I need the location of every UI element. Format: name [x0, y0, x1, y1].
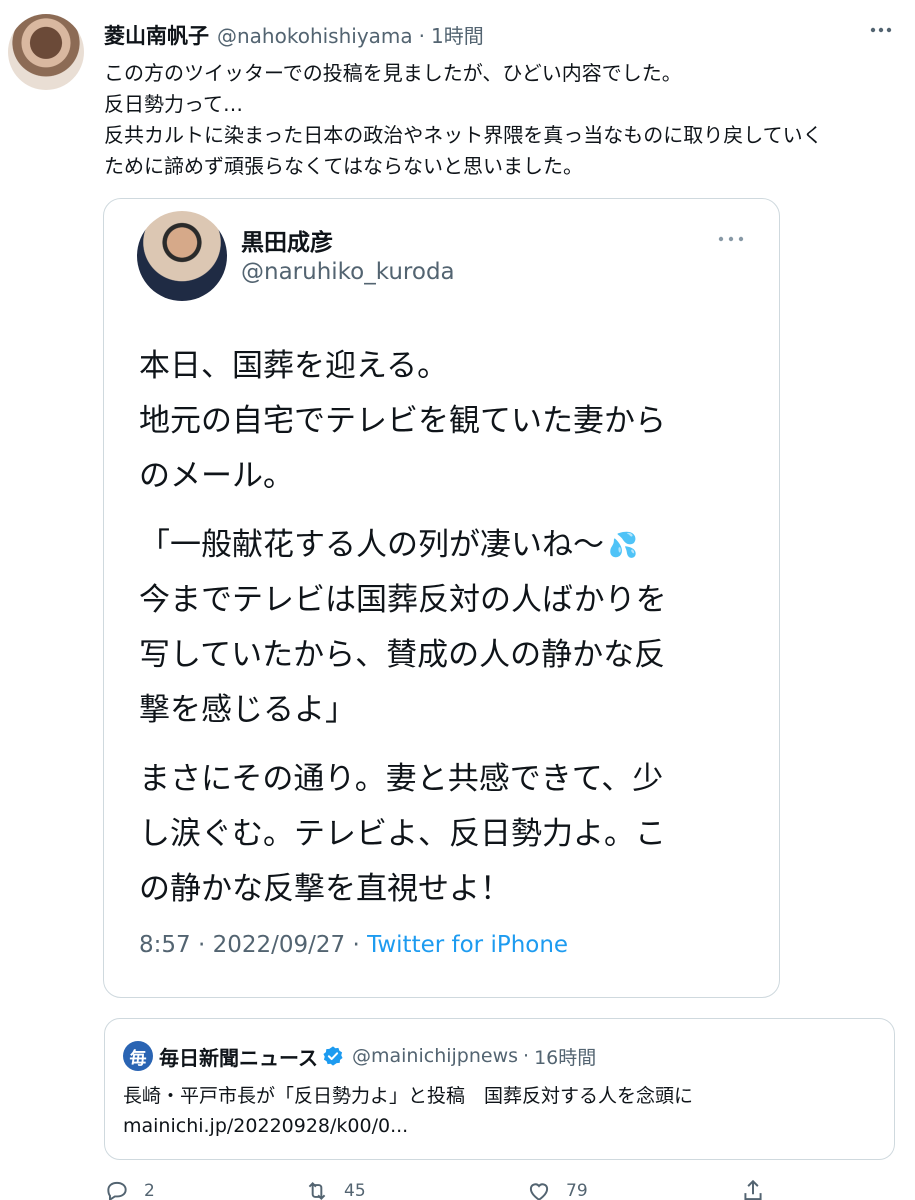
quoted-text-line: 長崎・平戸市長が「反日勢力よ」と投稿 国葬反対する人を念頭に: [123, 1085, 694, 1107]
mainichi-logo-icon: 毎: [123, 1041, 153, 1071]
embedded-handle: @naruhiko_kuroda: [241, 259, 455, 285]
embedded-display-name: 黒田成彦: [241, 230, 333, 256]
reply-icon: [107, 1181, 127, 1200]
quoted-header: 毎 毎日新聞ニュース @mainichijpnews · 16時間: [123, 1041, 596, 1071]
heart-icon: [529, 1183, 549, 1200]
embedded-date: 2022/09/27: [212, 932, 346, 958]
embedded-tweet-text: 本日、国葬を迎える。 地元の自宅でテレビを観ていた妻から のメール。 「一般献花…: [139, 339, 769, 931]
tweet-text: この方のツイッターでの投稿を見ましたが、ひどい内容でした。 反日勢力って… 反共…: [104, 58, 894, 182]
tweet-actions: 2 45 79: [104, 1178, 894, 1200]
quoted-link[interactable]: mainichi.jp/20220928/k00/0...: [123, 1111, 883, 1141]
separator-dot: ·: [418, 24, 426, 48]
retweet-icon: [308, 1182, 326, 1200]
embedded-meta: 8:57 · 2022/09/27 · Twitter for iPhone: [139, 932, 569, 958]
retweet-count: 45: [344, 1181, 366, 1200]
embedded-more-icon: [718, 236, 744, 242]
share-icon: [744, 1179, 762, 1200]
embedded-paragraph: 本日、国葬を迎える。 地元の自宅でテレビを観ていた妻から のメール。: [139, 348, 666, 494]
like-button[interactable]: 79: [526, 1178, 588, 1200]
quoted-time: 16時間: [534, 1046, 597, 1069]
tweet: 菱山南帆子 @nahokohishiyama · 1時間 この方のツイッターでの…: [0, 0, 915, 1200]
tweet-text-line: ために諦めず頑張らなくてはならないと思いました。: [104, 154, 583, 178]
avatar[interactable]: [8, 14, 84, 90]
tweet-text-line: この方のツイッターでの投稿を見ましたが、ひどい内容でした。: [104, 61, 682, 85]
tweet-time[interactable]: 1時間: [431, 20, 484, 49]
retweet-button[interactable]: 45: [304, 1178, 366, 1200]
quoted-display-name: 毎日新聞ニュース: [159, 1045, 318, 1070]
tweet-text-line: 反共カルトに染まった日本の政治やネット界隈を真っ当なものに取り戻していく: [104, 123, 823, 147]
tweet-text-line: 反日勢力って…: [104, 92, 243, 116]
embedded-source: Twitter for iPhone: [367, 932, 569, 958]
author-display-name[interactable]: 菱山南帆子: [104, 20, 209, 50]
embedded-paragraph: 「一般献花する人の列が凄いね〜 💦 今までテレビは国葬反対の人ばかりを 写していた…: [139, 518, 769, 738]
verified-badge-icon: [323, 1046, 343, 1066]
more-options-icon[interactable]: [869, 20, 893, 40]
sweat-droplets-icon: 💦: [608, 531, 638, 559]
quoted-text: 長崎・平戸市長が「反日勢力よ」と投稿 国葬反対する人を念頭に mainichi.…: [123, 1081, 883, 1141]
tweet-header: 菱山南帆子 @nahokohishiyama · 1時間: [104, 20, 484, 50]
reply-count: 2: [144, 1181, 155, 1200]
embedded-avatar: [137, 211, 227, 301]
embedded-paragraph: まさにその通り。妻と共感できて、少 し涙ぐむ。テレビよ、反日勢力よ。こ の静かな…: [139, 761, 666, 907]
like-count: 79: [566, 1181, 588, 1200]
quoted-handle: @mainichijpnews: [352, 1045, 519, 1067]
separator-dot: ·: [523, 1045, 530, 1067]
embedded-tweet-image[interactable]: 黒田成彦 @naruhiko_kuroda 本日、国葬を迎える。 地元の自宅でテ…: [103, 198, 780, 998]
author-handle[interactable]: @nahokohishiyama: [217, 24, 413, 48]
reply-button[interactable]: 2: [104, 1178, 155, 1200]
quoted-tweet[interactable]: 毎 毎日新聞ニュース @mainichijpnews · 16時間 長崎・平戸市…: [104, 1018, 895, 1160]
share-button[interactable]: [740, 1178, 766, 1200]
embedded-time: 8:57: [139, 932, 191, 958]
